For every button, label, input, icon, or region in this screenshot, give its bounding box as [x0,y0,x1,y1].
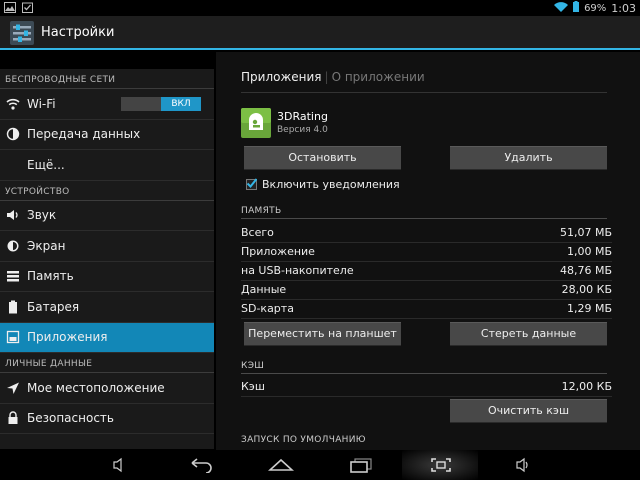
wifi-toggle-on-label: ВКЛ [161,97,201,111]
sidebar-item-label: Память [27,269,74,284]
notifications-row[interactable]: Включить уведомления [246,178,400,191]
volume-icon [6,208,20,222]
divider [241,218,607,219]
row-label: Кэш [241,380,265,393]
cache-row: Кэш 12,00 КБ [241,378,612,397]
row-value: 48,76 МБ [559,264,612,277]
sidebar-item-label: Приложения [27,330,108,345]
move-to-tablet-button[interactable]: Переместить на планшет [244,322,401,346]
navigation-bar [0,450,640,480]
app-name: 3DRating [277,110,328,123]
row-label: Данные [241,283,287,296]
clear-data-button[interactable]: Стереть данные [450,322,607,346]
sidebar-item-display[interactable]: Экран [0,231,214,262]
memory-row-sd: SD-карта 1,29 МБ [241,300,612,319]
app-logo-icon [241,108,271,138]
memory-row-total: Всего 51,07 МБ [241,224,612,243]
sidebar-item-data-usage[interactable]: Передача данных [0,120,214,150]
clock: 1:03 [611,1,636,15]
battery-icon [573,1,580,15]
sidebar-item-label: Ещё... [27,157,65,172]
back-icon[interactable] [188,457,212,474]
app-version: Версия 4.0 [277,125,328,135]
sidebar-item-battery[interactable]: Батарея [0,292,214,323]
clear-cache-button[interactable]: Очистить кэш [450,399,607,423]
sidebar-item-wifi[interactable]: Wi-Fi ВКЛ [0,89,214,120]
notifications-checkbox[interactable] [246,178,257,190]
sidebar-item-location[interactable]: Мое местоположение [0,373,214,404]
row-label: Приложение [241,245,315,258]
uninstall-button[interactable]: Удалить [450,146,607,170]
section-header-personal: ЛИЧНЫЕ ДАННЫЕ [0,353,214,373]
app-info-panel: Приложения | О приложении 3DRating Версия … [216,52,640,450]
status-bar: 69% 1:03 [0,0,640,16]
apps-icon [6,330,20,344]
sidebar-item-label: Батарея [27,299,80,314]
lock-icon [6,411,20,425]
sidebar-item-label: Передача данных [27,127,141,142]
settings-sidebar: БЕСПРОВОДНЫЕ СЕТИ Wi-Fi ВКЛ Передача дан… [0,69,214,449]
sidebar-item-label: Wi-Fi [27,96,56,111]
recent-apps-icon[interactable] [349,457,372,473]
stop-button[interactable]: Остановить [244,146,401,170]
wifi-toggle[interactable]: ВКЛ [121,97,201,111]
breadcrumb-current[interactable]: Приложения [241,70,322,84]
battery-icon [6,300,20,314]
screenshot-icon[interactable] [430,457,452,473]
sidebar-item-storage[interactable]: Память [0,262,214,292]
row-label: SD-карта [241,302,294,315]
breadcrumb-next: О приложении [331,70,425,84]
row-value: 51,07 МБ [559,226,612,239]
row-label: Всего [241,226,274,239]
brightness-icon [6,239,20,253]
action-bar: Настройки [0,16,640,50]
wifi-icon [554,1,569,15]
section-header-wireless: БЕСПРОВОДНЫЕ СЕТИ [0,69,214,89]
notifications-label: Включить уведомления [262,178,400,191]
breadcrumb-separator: | [324,70,329,84]
launch-default-section-title: ЗАПУСК ПО УМОЛЧАНИЮ [241,435,366,445]
data-usage-icon [6,127,20,141]
sidebar-item-label: Экран [27,238,66,253]
sidebar-item-label: Безопасность [27,411,114,426]
home-icon[interactable] [267,457,295,473]
sidebar-item-sound[interactable]: Звук [0,201,214,231]
image-icon [4,2,16,16]
sidebar-item-security[interactable]: Безопасность [0,404,214,434]
row-value: 1,00 МБ [566,245,612,258]
row-label: на USB-накопителе [241,264,354,277]
row-value: 28,00 КБ [561,283,612,296]
sidebar-item-more[interactable]: Ещё... [0,150,214,181]
settings-sliders-icon[interactable] [10,21,34,45]
memory-row-data: Данные 28,00 КБ [241,281,612,300]
storage-icon [6,269,20,283]
breadcrumb: Приложения | О приложении [241,70,425,84]
divider [241,92,607,93]
volume-up-icon[interactable] [512,457,534,473]
row-value: 1,29 МБ [566,302,612,315]
memory-section-title: ПАМЯТЬ [241,206,282,216]
battery-percent: 69% [584,2,607,14]
sidebar-item-label: Звук [27,208,57,223]
volume-down-icon[interactable] [107,457,129,473]
row-value: 12,00 КБ [561,380,612,393]
sidebar-item-label: Мое местоположение [27,380,165,395]
page-title: Настройки [41,25,115,40]
memory-row-app: Приложение 1,00 МБ [241,243,612,262]
clipboard-icon [22,2,33,16]
cache-section-title: КЭШ [241,361,265,371]
divider [241,373,607,374]
section-header-device: УСТРОЙСТВО [0,181,214,201]
wifi-icon [6,97,20,111]
location-icon [6,381,20,395]
memory-row-usb: на USB-накопителе 48,76 МБ [241,262,612,281]
sidebar-item-apps[interactable]: Приложения [0,322,214,353]
